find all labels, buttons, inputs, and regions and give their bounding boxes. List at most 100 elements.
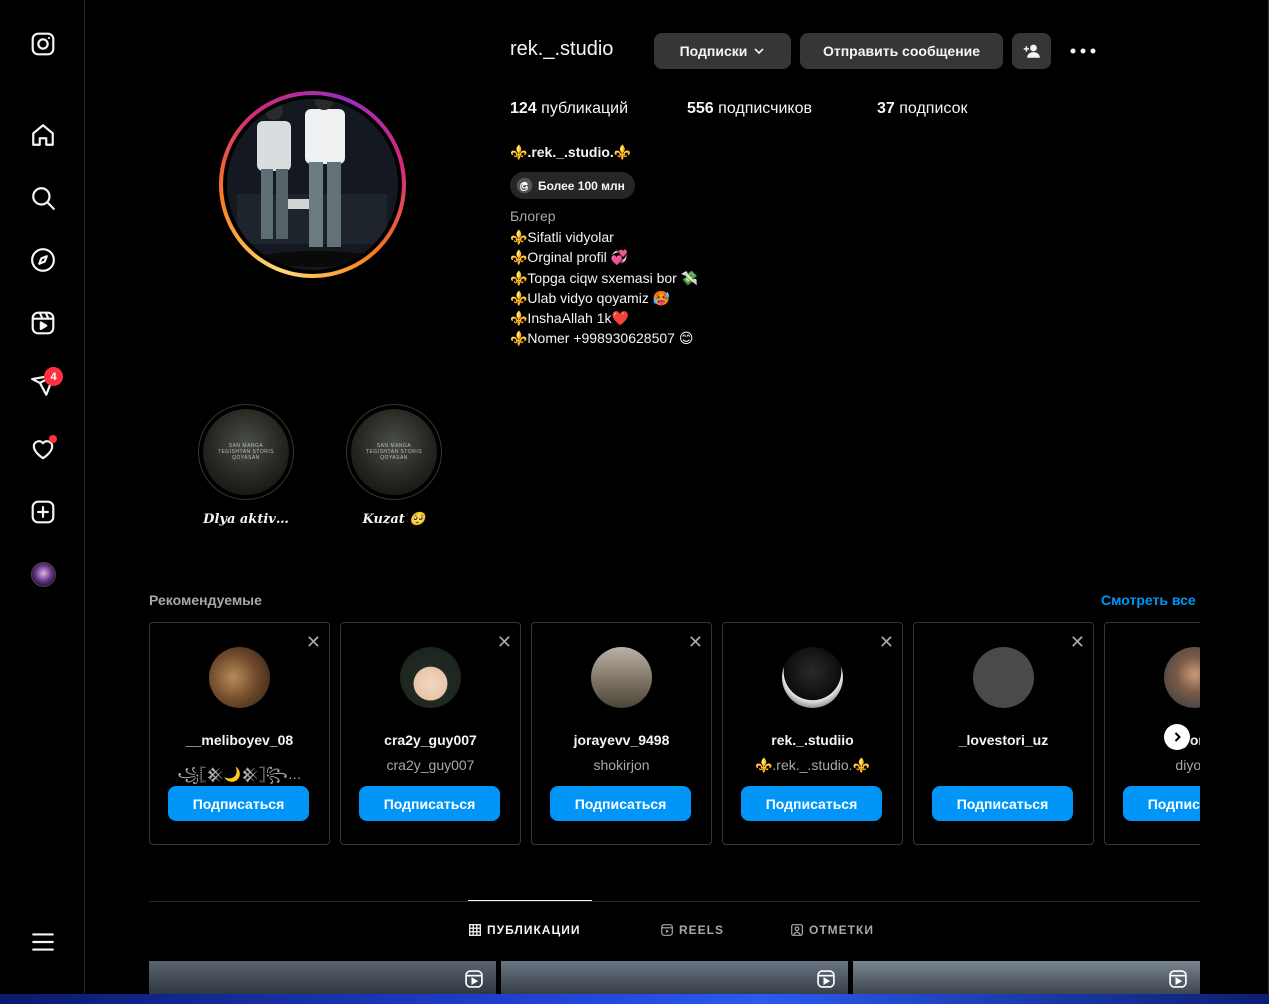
- home-icon[interactable]: [28, 120, 58, 150]
- tabs-divider: [149, 901, 1200, 902]
- bio-line: ⚜️Ulab vidyo qoyamiz 🥵: [510, 289, 671, 306]
- instagram-logo-icon[interactable]: [28, 29, 58, 59]
- suggestion-avatar[interactable]: [591, 647, 652, 708]
- bio-line: ⚜️Sifatli vidyolar: [510, 229, 614, 245]
- dismiss-icon[interactable]: ✕: [879, 633, 894, 651]
- following-button-label: Подписки: [679, 43, 748, 59]
- suggestion-card[interactable]: ✕ _lovestori_uz Подписаться: [913, 622, 1094, 845]
- posts-label: публикаций: [536, 100, 628, 117]
- suggestion-avatar[interactable]: [400, 647, 461, 708]
- suggestion-card[interactable]: ✕ jorayevv_9498 shokirjon Подписаться: [531, 622, 712, 845]
- posts-count: 124: [510, 100, 537, 117]
- carousel-next-icon[interactable]: [1164, 724, 1190, 750]
- profile-photo: [227, 99, 398, 270]
- suggestion-username[interactable]: _lovestori_uz: [914, 732, 1093, 748]
- desktop-wallpaper-strip: [0, 994, 1269, 1004]
- notifications-dot: [49, 435, 57, 443]
- threads-badge[interactable]: Более 100 млн: [510, 172, 635, 199]
- dismiss-icon[interactable]: ✕: [497, 633, 512, 651]
- post-thumbnail[interactable]: [149, 961, 496, 996]
- highlight-cover: SAN MANGA TEGISHTAN STORIS QOYASAN: [351, 409, 437, 495]
- suggestion-username[interactable]: rek._.studiio: [723, 732, 902, 748]
- suggestion-avatar[interactable]: [1164, 647, 1200, 708]
- threads-label: Более 100 млн: [538, 178, 625, 193]
- dismiss-icon[interactable]: ✕: [688, 633, 703, 651]
- followers-label: подписчиков: [713, 100, 812, 117]
- chevron-down-icon: [754, 48, 764, 55]
- dismiss-icon[interactable]: ✕: [306, 633, 321, 651]
- tab-reels-label: REELS: [679, 923, 725, 937]
- reels-icon[interactable]: [28, 308, 58, 338]
- story-highlight[interactable]: SAN MANGA TEGISHTAN STORIS QOYASAN Dlya …: [198, 404, 294, 527]
- suggestion-card[interactable]: ✕ __meliboyev_08 ꧁𓊈𒆜🌙𒆜𓊉꧂… Подписаться: [149, 622, 330, 845]
- create-icon[interactable]: [28, 497, 58, 527]
- bio-line: ⚜️Orginal profil 💞: [510, 249, 629, 266]
- suggestion-username[interactable]: __meliboyev_08: [150, 732, 329, 748]
- more-options-icon[interactable]: [1068, 40, 1098, 62]
- bio-line: ⚜️Nomer +998930628507 😊: [510, 330, 694, 347]
- following-count: 37: [877, 100, 895, 117]
- follow-button[interactable]: Подписаться: [1123, 786, 1200, 821]
- bio-line: ⚜️InshaAllah 1k❤️: [510, 310, 629, 327]
- suggestion-card[interactable]: ✕ rek._.studiio ⚜️.rek._.studio.⚜️ Подпи…: [722, 622, 903, 845]
- suggestion-subtitle: diyor_: [1175, 757, 1200, 773]
- profile-username: rek._.studio: [510, 38, 614, 60]
- follow-button[interactable]: Подписаться: [168, 786, 309, 821]
- grid-icon: [469, 924, 481, 936]
- follow-button[interactable]: Подписаться: [359, 786, 500, 821]
- reel-badge-icon: [465, 970, 483, 988]
- menu-icon[interactable]: [28, 927, 58, 957]
- highlight-cover-text: SAN MANGA TEGISHTAN STORIS QOYASAN: [365, 443, 423, 461]
- messages-badge: 4: [44, 367, 63, 386]
- highlight-label: Dlya aktiv…: [203, 512, 289, 527]
- add-user-icon: [1023, 44, 1040, 58]
- threads-icon: [516, 177, 533, 194]
- search-icon[interactable]: [28, 183, 58, 213]
- following-button[interactable]: Подписки: [654, 33, 791, 69]
- tagged-icon: [791, 924, 803, 936]
- tab-tagged[interactable]: ОТМЕТКИ: [791, 923, 874, 937]
- suggestions-carousel: ✕ __meliboyev_08 ꧁𓊈𒆜🌙𒆜𓊉꧂… Подписаться ✕ …: [149, 622, 1200, 846]
- explore-icon[interactable]: [28, 245, 58, 275]
- story-highlight[interactable]: SAN MANGA TEGISHTAN STORIS QOYASAN Kuzat…: [346, 404, 442, 527]
- reels-tab-icon: [661, 924, 673, 936]
- follow-button[interactable]: Подписаться: [741, 786, 882, 821]
- posts-stat: 124 публикаций: [510, 100, 628, 118]
- suggest-users-button[interactable]: [1012, 33, 1051, 69]
- suggestion-subtitle: ⚜️.rek._.studio.⚜️: [754, 757, 870, 773]
- suggestions-title: Рекомендуемые: [149, 592, 262, 608]
- tab-posts[interactable]: ПУБЛИКАЦИИ: [469, 923, 580, 937]
- profile-bio: ⚜️Sifatli vidyolar ⚜️Orginal profil 💞 ⚜️…: [510, 227, 698, 349]
- followers-count: 556: [687, 100, 714, 117]
- profile-category: Блогер: [510, 208, 556, 224]
- profile-picture[interactable]: [219, 91, 406, 278]
- app-window: 4 rek._.studio Подписки Отправить сообще…: [0, 0, 1269, 996]
- suggestion-subtitle: shokirjon: [593, 757, 650, 773]
- suggestion-card[interactable]: ✕ cra2y_guy007 cra2y_guy007 Подписаться: [340, 622, 521, 845]
- post-thumbnail[interactable]: [501, 961, 848, 996]
- tab-posts-label: ПУБЛИКАЦИИ: [487, 923, 581, 937]
- reel-badge-icon: [817, 970, 835, 988]
- dismiss-icon[interactable]: ✕: [1070, 633, 1085, 651]
- highlight-label: Kuzat 🥺: [362, 512, 426, 527]
- highlight-cover: SAN MANGA TEGISHTAN STORIS QOYASAN: [203, 409, 289, 495]
- suggestion-avatar[interactable]: [782, 647, 843, 708]
- suggestion-username[interactable]: cra2y_guy007: [341, 732, 520, 748]
- suggestion-username[interactable]: jorayevv_9498: [532, 732, 711, 748]
- send-message-label: Отправить сообщение: [822, 43, 981, 59]
- suggestion-avatar[interactable]: [973, 647, 1034, 708]
- profile-full-name: ⚜️.rek._.studio.⚜️: [510, 144, 632, 160]
- post-thumbnail[interactable]: [853, 961, 1200, 996]
- see-all-link[interactable]: Смотреть все: [1101, 592, 1196, 608]
- follow-button[interactable]: Подписаться: [550, 786, 691, 821]
- following-label: подписок: [894, 100, 968, 117]
- send-message-button[interactable]: Отправить сообщение: [800, 33, 1003, 69]
- active-tab-indicator: [468, 900, 592, 901]
- tab-tagged-label: ОТМЕТКИ: [809, 923, 874, 937]
- followers-stat[interactable]: 556 подписчиков: [687, 100, 812, 118]
- following-stat[interactable]: 37 подписок: [877, 100, 967, 118]
- suggestion-avatar[interactable]: [209, 647, 270, 708]
- tab-reels[interactable]: REELS: [661, 923, 724, 937]
- follow-button[interactable]: Подписаться: [932, 786, 1073, 821]
- profile-avatar[interactable]: [31, 562, 56, 587]
